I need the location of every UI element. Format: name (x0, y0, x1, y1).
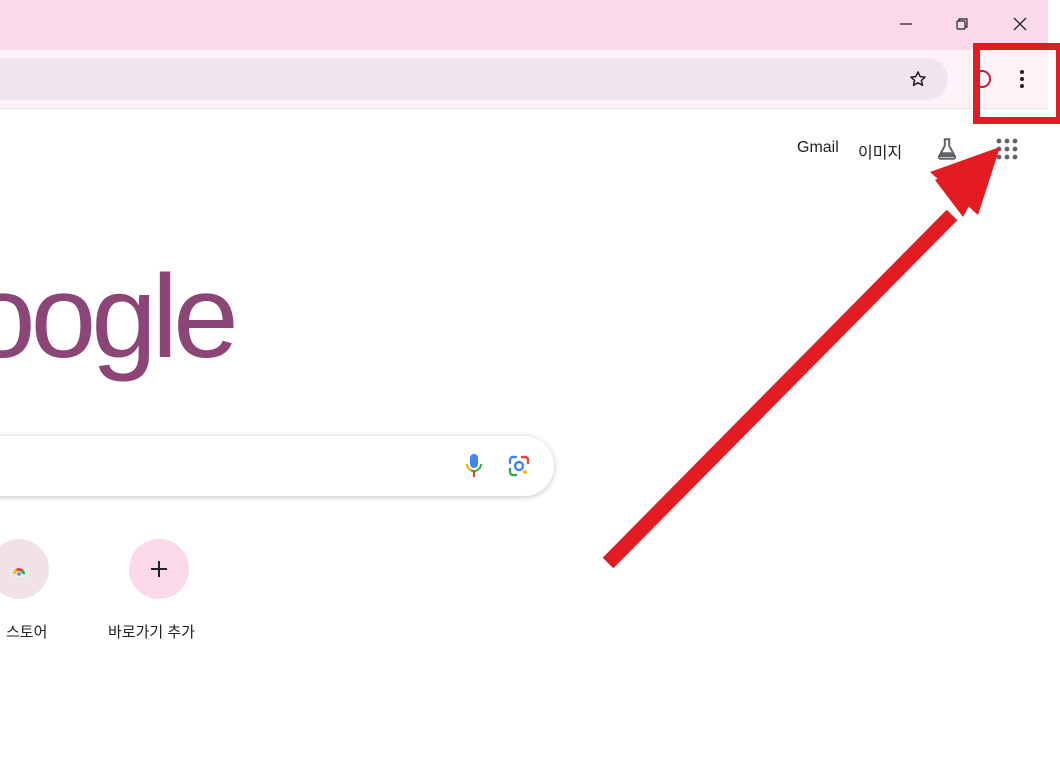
google-apps-button[interactable] (990, 132, 1024, 166)
shortcut-label: 스토어 (6, 624, 48, 641)
extension-icon (973, 70, 991, 88)
images-link[interactable]: 이미지 (858, 139, 902, 163)
voice-search-button[interactable] (459, 451, 489, 481)
window-edge (1048, 0, 1060, 781)
add-shortcut-button[interactable] (129, 539, 189, 599)
more-vert-icon (1020, 70, 1024, 88)
microphone-icon (466, 454, 482, 477)
bookmark-star-button[interactable] (900, 61, 936, 97)
restore-icon (956, 18, 968, 30)
extension-button[interactable] (966, 63, 998, 95)
google-lens-icon (508, 455, 530, 477)
star-icon (910, 71, 926, 87)
close-icon (1013, 17, 1027, 31)
image-search-button[interactable] (504, 451, 534, 481)
labs-flask-icon (937, 138, 957, 160)
shortcut-store[interactable] (0, 539, 49, 599)
google-logo: oogle (0, 251, 239, 383)
annotation-arrow (602, 147, 1000, 569)
shortcut-label: 바로가기 추가 (108, 624, 195, 641)
plus-icon (151, 561, 167, 577)
minimize-button[interactable] (886, 6, 926, 42)
close-window-button[interactable] (1000, 6, 1040, 42)
gmail-link[interactable]: Gmail (797, 139, 839, 157)
restore-button[interactable] (942, 6, 982, 42)
chrome-menu-button[interactable] (1004, 61, 1040, 97)
address-bar[interactable] (0, 58, 948, 100)
minimize-icon (900, 23, 912, 25)
chrome-web-store-icon (10, 568, 28, 578)
search-labs-button[interactable] (931, 133, 963, 165)
apps-grid-icon (996, 138, 1018, 160)
